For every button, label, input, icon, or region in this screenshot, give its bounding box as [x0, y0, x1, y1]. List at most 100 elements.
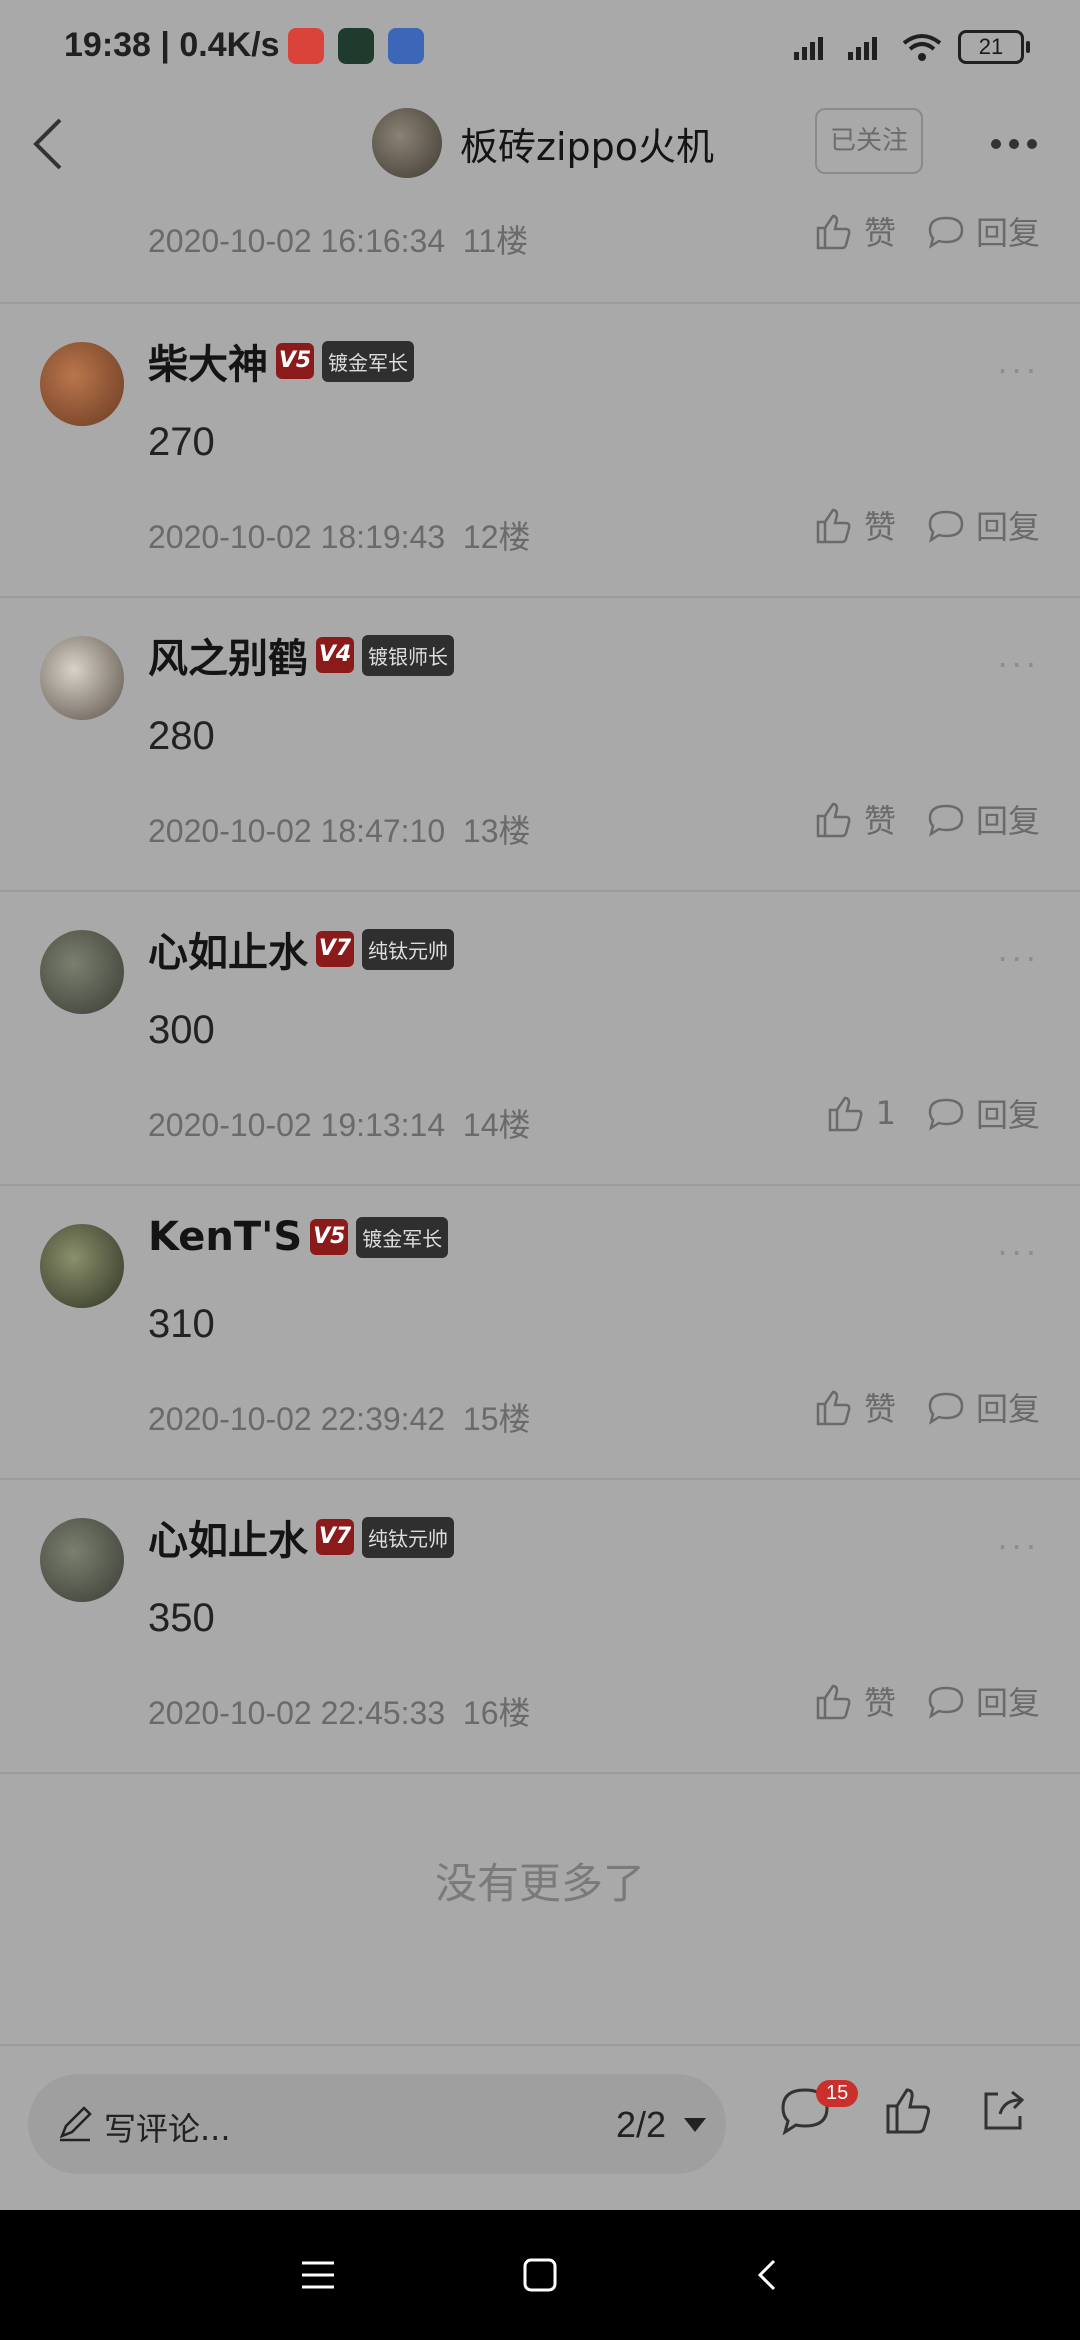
share-icon[interactable]	[978, 2084, 1030, 2136]
user-avatar[interactable]	[40, 1224, 124, 1308]
more-options-icon[interactable]	[988, 122, 1040, 166]
comment-item: 柴大神 V5 镀金军长 ··· 270 2020-10-02 18:19:43 12楼 赞 回…	[0, 302, 1080, 598]
like-button[interactable]: 1	[824, 1092, 896, 1134]
back-nav-icon[interactable]	[748, 2255, 788, 2295]
like-button[interactable]: 赞	[812, 1384, 896, 1430]
comment-actions: 1 回复	[824, 1090, 1040, 1136]
comment-timestamp: 2020-10-02 22:45:33	[148, 1695, 446, 1731]
comment-count-badge: 15	[816, 2080, 859, 2107]
comment-text: 310	[148, 1302, 215, 1346]
chat-bubble-icon	[928, 1098, 964, 1131]
user-name[interactable]: 心如止水	[148, 920, 308, 978]
thumbs-up-icon	[816, 1390, 851, 1426]
comment-item: 心如止水 V7 纯钛元帅 ··· 350 2020-10-02 22:45:33 16楼 赞…	[0, 1478, 1080, 1774]
reply-button[interactable]: 回复	[926, 796, 1040, 842]
comment-placeholder: 写评论...	[104, 2110, 231, 2148]
like-button[interactable]: 赞	[812, 796, 896, 842]
reply-button[interactable]: 回复	[926, 1384, 1040, 1430]
reply-label: 回复	[975, 1684, 1040, 1722]
status-right: 21	[792, 30, 1030, 64]
comment-timestamp: 2020-10-02 19:13:14	[148, 1107, 446, 1143]
page-indicator[interactable]: 2/2	[616, 2104, 666, 2146]
caret-down-icon[interactable]	[682, 2114, 708, 2134]
status-app-icons	[288, 28, 424, 64]
comment-more-icon[interactable]: ···	[997, 352, 1040, 390]
wifi-icon	[902, 34, 942, 61]
comment-meta: 2020-10-02 18:19:43 12楼	[148, 512, 531, 558]
user-avatar[interactable]	[40, 930, 124, 1014]
comment-floor: 15楼	[462, 1401, 531, 1437]
reply-button[interactable]: 回复	[926, 502, 1040, 548]
header-title: 板砖zippo火机	[460, 124, 714, 169]
like-label: 赞	[863, 802, 896, 840]
reply-label: 回复	[975, 1390, 1040, 1428]
back-arrow-icon[interactable]	[22, 114, 78, 174]
browser-app-icon	[388, 28, 424, 64]
comment-actions: 赞 回复	[812, 1384, 1040, 1430]
comment-floor: 12楼	[462, 519, 531, 555]
header-avatar[interactable]	[372, 108, 442, 178]
user-name[interactable]: 风之别鹤	[148, 626, 308, 684]
comment-user[interactable]: 心如止水 V7 纯钛元帅	[148, 920, 454, 978]
system-navigation-bar	[0, 2210, 1080, 2340]
user-name[interactable]: KenT'S	[148, 1214, 302, 1260]
comment-item: 心如止水 V7 纯钛元帅 ··· 300 2020-10-02 19:13:14 14楼 1…	[0, 890, 1080, 1186]
comment-actions: 赞 回复	[812, 796, 1040, 842]
reply-button[interactable]: 回复	[926, 208, 1040, 254]
like-label: 赞	[863, 214, 896, 252]
home-icon[interactable]	[520, 2255, 560, 2295]
like-label: 赞	[863, 1684, 896, 1722]
comment-text: 300	[148, 1008, 215, 1052]
like-label: 赞	[863, 508, 896, 546]
thumbs-up-icon	[816, 802, 851, 838]
comment-floor: 14楼	[462, 1107, 531, 1143]
comment-timestamp: 2020-10-02 16:16:34	[148, 223, 446, 259]
like-button[interactable]: 赞	[812, 1678, 896, 1724]
comment-user[interactable]: 心如止水 V7 纯钛元帅	[148, 1508, 454, 1566]
level-badge: V5	[310, 1219, 349, 1255]
rank-tag: 镀银师长	[362, 634, 454, 676]
comment-partial: 2020-10-02 16:16:34 11楼 赞 回复	[0, 192, 1080, 304]
comment-meta: 2020-10-02 22:39:42 15楼	[148, 1394, 531, 1440]
comment-input[interactable]: 写评论... 2/2	[28, 2074, 726, 2174]
user-name[interactable]: 柴大神	[148, 332, 268, 390]
like-button[interactable]: 赞	[812, 502, 896, 548]
user-avatar[interactable]	[40, 636, 124, 720]
thumbs-up-icon	[828, 1096, 863, 1132]
thumbs-up-icon[interactable]	[882, 2084, 934, 2136]
rank-tag: 纯钛元帅	[362, 1516, 454, 1558]
chat-bubble-icon	[928, 1392, 964, 1425]
status-bar: 19:38 | 0.4K/s 21	[0, 0, 1080, 96]
signal-icon-2	[848, 37, 877, 60]
reply-button[interactable]: 回复	[926, 1678, 1040, 1724]
comment-timestamp: 2020-10-02 22:39:42	[148, 1401, 446, 1437]
header-user[interactable]: 板砖zippo火机	[372, 108, 714, 178]
thumbs-up-icon	[816, 214, 851, 250]
like-button[interactable]: 赞	[812, 208, 896, 254]
menu-icon[interactable]	[298, 2255, 338, 2295]
comment-timestamp: 2020-10-02 18:47:10	[148, 813, 446, 849]
comment-more-icon[interactable]: ···	[997, 1528, 1040, 1566]
comment-timestamp: 2020-10-02 18:19:43	[148, 519, 446, 555]
user-avatar[interactable]	[40, 1518, 124, 1602]
comment-actions: 赞 回复	[812, 1678, 1040, 1724]
follow-button[interactable]: 已关注	[815, 108, 923, 174]
comment-meta: 2020-10-02 18:47:10 13楼	[148, 806, 531, 852]
comment-actions: 赞 回复	[812, 502, 1040, 548]
bottom-action-bar: 写评论... 2/2 15	[0, 2044, 1080, 2212]
user-avatar[interactable]	[40, 342, 124, 426]
chat-bubble-icon	[928, 1686, 964, 1719]
user-name[interactable]: 心如止水	[148, 1508, 308, 1566]
comment-more-icon[interactable]: ···	[997, 940, 1040, 978]
reply-button[interactable]: 回复	[926, 1090, 1040, 1136]
level-badge: V4	[316, 637, 354, 673]
comment-user[interactable]: 风之别鹤 V4 镀银师长	[148, 626, 454, 684]
comment-user[interactable]: KenT'S V5 镀金军长	[148, 1214, 449, 1260]
comment-user[interactable]: 柴大神 V5 镀金军长	[148, 332, 414, 390]
comment-more-icon[interactable]: ···	[997, 1234, 1040, 1272]
reply-label: 回复	[975, 1096, 1040, 1134]
rank-tag: 纯钛元帅	[362, 928, 454, 970]
rank-tag: 镀金军长	[322, 340, 414, 382]
comment-more-icon[interactable]: ···	[997, 646, 1040, 684]
comment-floor: 13楼	[462, 813, 531, 849]
